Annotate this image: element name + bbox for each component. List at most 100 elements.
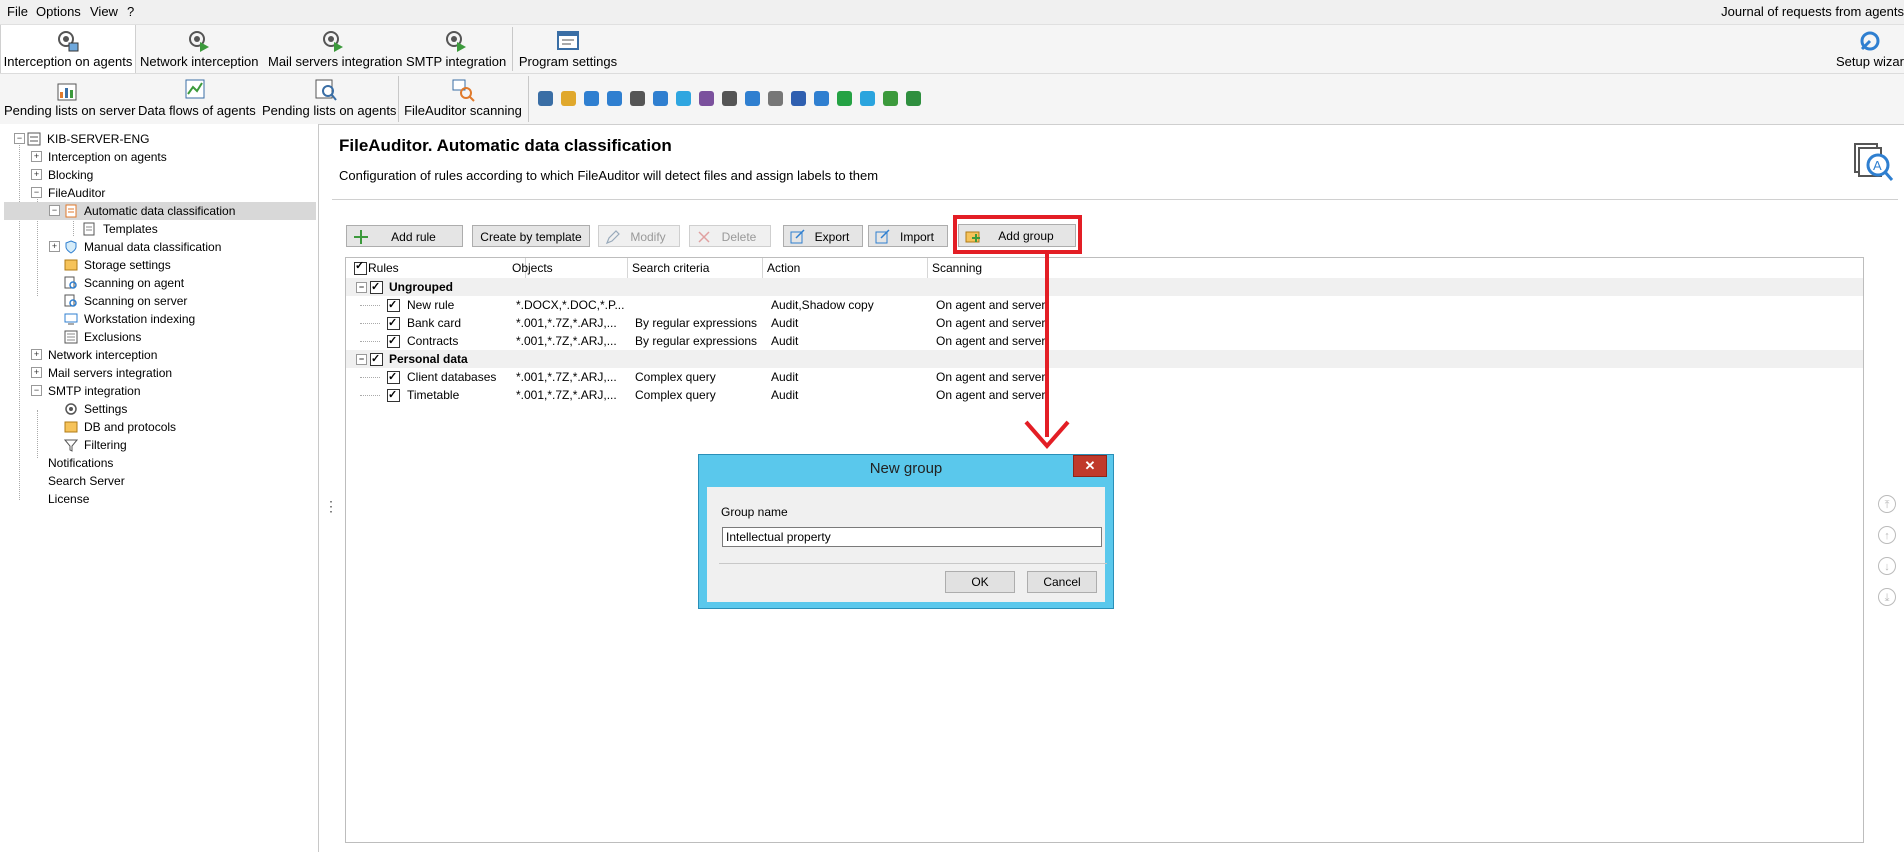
export-button[interactable]: Export <box>783 225 863 247</box>
microphone-icon[interactable] <box>745 91 760 106</box>
tree-connector <box>360 341 380 342</box>
skype-icon[interactable] <box>676 91 691 106</box>
table-row[interactable]: Contracts *.001,*.7Z,*.ARJ,... By regular … <box>346 332 1863 350</box>
rule-checkbox[interactable] <box>387 296 400 314</box>
tree-item-root[interactable]: KIB-SERVER-ENG <box>47 130 149 148</box>
expand-toggle[interactable]: + <box>31 367 42 378</box>
gear-icon[interactable] <box>906 91 921 106</box>
menu-view[interactable]: View <box>90 4 118 19</box>
collapse-toggle[interactable]: − <box>14 133 25 144</box>
tree-item-filtering[interactable]: Filtering <box>84 436 127 454</box>
tree-item-search-server[interactable]: Search Server <box>48 472 125 490</box>
tree-item-workstation-indexing[interactable]: Workstation indexing <box>84 310 195 328</box>
rule-checkbox[interactable] <box>387 314 400 332</box>
modify-button[interactable]: Modify <box>598 225 680 247</box>
menu-file[interactable]: File <box>7 4 28 19</box>
column-header-rules[interactable]: Rules <box>364 258 526 278</box>
group-checkbox[interactable] <box>370 350 383 368</box>
tree-item-exclusions[interactable]: Exclusions <box>84 328 141 346</box>
whatsapp-icon[interactable] <box>837 91 852 106</box>
web-icon[interactable] <box>607 91 622 106</box>
create-by-template-button[interactable]: Create by template <box>472 225 590 247</box>
column-header-scanning[interactable]: Scanning <box>928 258 1128 278</box>
tree-item-fileauditor[interactable]: FileAuditor <box>48 184 105 202</box>
tree-item-settings[interactable]: Settings <box>84 400 127 418</box>
pending-lists-on-server-button[interactable]: Pending lists on server <box>4 74 136 122</box>
expand-toggle[interactable]: + <box>31 151 42 162</box>
tree-item-blocking[interactable]: Blocking <box>48 166 93 184</box>
rule-checkbox[interactable] <box>387 386 400 404</box>
table-row[interactable]: Bank card *.001,*.7Z,*.ARJ,... By regular … <box>346 314 1863 332</box>
expand-toggle[interactable]: + <box>31 349 42 360</box>
icq-icon[interactable] <box>883 91 898 106</box>
move-down-icon[interactable]: ↓ <box>1878 557 1896 575</box>
tree-item-automatic-data-classification[interactable]: Automatic data classification <box>84 202 235 220</box>
program-settings-button[interactable]: Program settings <box>518 25 618 73</box>
rule-name: Contracts <box>407 334 459 348</box>
network-interception-button[interactable]: Network interception <box>140 25 259 73</box>
tree-item-scanning-on-agent[interactable]: Scanning on agent <box>84 274 184 292</box>
close-icon[interactable]: ✕ <box>1073 455 1107 477</box>
tree-item-smtp-integration[interactable]: SMTP integration <box>48 382 141 400</box>
delete-button[interactable]: Delete <box>689 225 771 247</box>
import-button[interactable]: Import <box>868 225 948 247</box>
monitor-icon[interactable] <box>653 91 668 106</box>
ok-button[interactable]: OK <box>945 571 1015 593</box>
tree-item-license[interactable]: License <box>48 490 89 508</box>
webcam-icon[interactable] <box>814 91 829 106</box>
tree-item-db-and-protocols[interactable]: DB and protocols <box>84 418 176 436</box>
setup-wizard-button[interactable]: Setup wizard <box>1836 25 1904 73</box>
tree-item-templates[interactable]: Templates <box>103 220 158 238</box>
collapse-toggle[interactable]: − <box>31 385 42 396</box>
group-name-input[interactable] <box>722 527 1102 547</box>
column-header-action[interactable]: Action <box>763 258 928 278</box>
table-row[interactable]: Timetable *.001,*.7Z,*.ARJ,... Complex que… <box>346 386 1863 404</box>
column-header-search-criteria[interactable]: Search criteria <box>628 258 763 278</box>
printer-icon[interactable] <box>722 91 737 106</box>
tree-item-scanning-on-server[interactable]: Scanning on server <box>84 292 187 310</box>
menu-options[interactable]: Options <box>36 4 81 19</box>
viber-icon[interactable] <box>699 91 714 106</box>
rule-checkbox[interactable] <box>387 368 400 386</box>
expand-toggle[interactable]: + <box>31 169 42 180</box>
move-bottom-icon[interactable]: ⤓ <box>1878 588 1896 606</box>
data-flows-of-agents-button[interactable]: Data flows of agents <box>138 74 256 122</box>
tree-item-storage-settings[interactable]: Storage settings <box>84 256 171 274</box>
expand-toggle[interactable]: + <box>49 241 60 252</box>
table-row[interactable]: New rule *.DOCX,*.DOC,*.P... Audit,Shadow … <box>346 296 1863 314</box>
tree-item-manual-data-classification[interactable]: Manual data classification <box>84 238 221 256</box>
move-up-icon[interactable]: ↑ <box>1878 526 1896 544</box>
smtp-integration-button[interactable]: SMTP integration <box>406 25 506 73</box>
mail-icon[interactable] <box>561 91 576 106</box>
tree-item-notifications[interactable]: Notifications <box>48 454 113 472</box>
keyboard-icon[interactable] <box>630 91 645 106</box>
cancel-button[interactable]: Cancel <box>1027 571 1097 593</box>
journal-link[interactable]: Journal of requests from agents <box>1721 4 1904 19</box>
clock-icon[interactable] <box>768 91 783 106</box>
add-rule-button[interactable]: Add rule <box>346 225 463 247</box>
menu-help[interactable]: ? <box>127 4 134 19</box>
collapse-toggle[interactable]: − <box>49 205 60 216</box>
splitter-handle[interactable]: ⋮ <box>324 498 338 515</box>
group-row[interactable]: − Ungrouped <box>346 278 1863 296</box>
lync-icon[interactable] <box>791 91 806 106</box>
column-header-objects[interactable]: Objects <box>508 258 628 278</box>
collapse-toggle[interactable]: − <box>356 282 367 293</box>
table-row[interactable]: Client databases *.001,*.7Z,*.ARJ,... Comp… <box>346 368 1863 386</box>
fileauditor-scanning-button[interactable]: FileAuditor scanning <box>404 74 522 122</box>
telegram-icon[interactable] <box>860 91 875 106</box>
move-top-icon[interactable]: ⤒ <box>1878 495 1896 513</box>
rule-checkbox[interactable] <box>387 332 400 350</box>
interception-on-agents-button[interactable]: Interception on agents <box>0 25 136 73</box>
collapse-toggle[interactable]: − <box>356 354 367 365</box>
group-checkbox[interactable] <box>370 278 383 296</box>
tree-item-mail-servers-integration[interactable]: Mail servers integration <box>48 364 172 382</box>
tree-item-interception-on-agents[interactable]: Interception on agents <box>48 148 167 166</box>
usb-icon[interactable] <box>538 91 553 106</box>
group-row[interactable]: − Personal data <box>346 350 1863 368</box>
mail-servers-integration-button[interactable]: Mail servers integration <box>268 25 402 73</box>
collapse-toggle[interactable]: − <box>31 187 42 198</box>
tree-item-network-interception[interactable]: Network interception <box>48 346 157 364</box>
pending-lists-on-agents-button[interactable]: Pending lists on agents <box>262 74 396 122</box>
http-icon[interactable] <box>584 91 599 106</box>
